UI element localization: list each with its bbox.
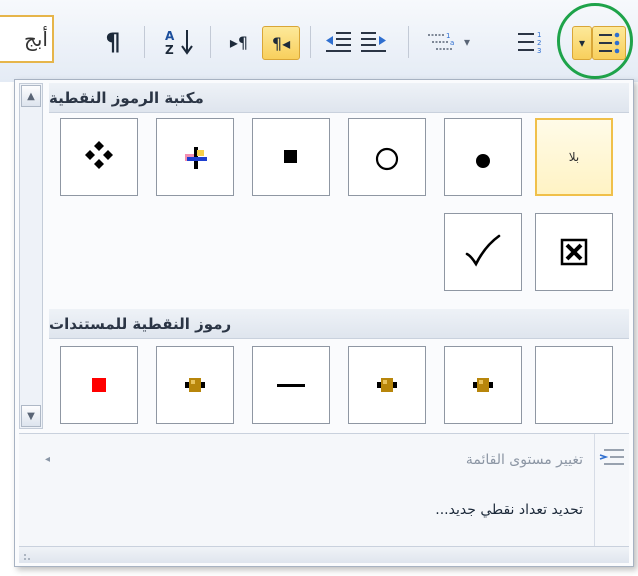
bullets-dropdown-arrow[interactable]: ▾ — [572, 26, 592, 60]
multilevel-list-icon: 1 a — [427, 32, 454, 50]
bullet-option-checkmark[interactable] — [444, 213, 522, 291]
scroll-down-button[interactable]: ▼ — [21, 405, 41, 427]
sort-button[interactable]: A Z — [160, 26, 200, 58]
gold-bullet-icon — [185, 378, 205, 392]
colored-cross-icon — [185, 147, 207, 169]
chevron-down-icon: ▾ — [578, 36, 586, 50]
resize-grip-icon — [24, 554, 30, 560]
bullet-option-diamond-cluster[interactable] — [60, 118, 138, 196]
change-list-level-item[interactable]: تغيير مستوى القائمة — [466, 446, 583, 474]
sort-az-icon: A Z — [165, 29, 193, 57]
bullet-library-dropdown: ▲ ▼ مكتبة الرموز النقطية بلا رموز النقطي… — [14, 79, 634, 567]
gold-bullet-icon — [377, 378, 397, 392]
red-square-icon — [92, 378, 106, 392]
doc-bullet-dash[interactable] — [252, 346, 330, 424]
bullets-list-icon — [599, 32, 620, 54]
gold-bullet-icon — [473, 378, 493, 392]
filled-square-icon — [284, 150, 297, 163]
vertical-scrollbar[interactable]: ▲ ▼ — [19, 83, 43, 429]
toolbar-separator — [310, 26, 311, 58]
ltr-paragraph-icon: ▸¶ — [229, 32, 249, 52]
change-list-level-icon — [599, 449, 624, 465]
bullet-option-none[interactable]: بلا — [535, 118, 613, 196]
boxed-x-icon — [560, 238, 588, 266]
define-new-bullet-item[interactable]: تحديد تعداد نقطي جديد... — [435, 496, 583, 524]
show-formatting-button[interactable]: ¶ — [96, 26, 130, 58]
style-preview-box[interactable]: أبج — [0, 15, 54, 63]
ltr-direction-button[interactable]: ▸¶ — [222, 26, 256, 58]
dash-icon — [277, 384, 305, 387]
none-label: بلا — [568, 150, 580, 164]
svg-text:2: 2 — [537, 39, 541, 47]
doc-bullet-gold-2[interactable] — [348, 346, 426, 424]
define-new-bullet-label: تحديد تعداد نقطي جديد... — [435, 502, 583, 518]
bullet-option-filled-circle[interactable] — [444, 118, 522, 196]
change-list-level-label: تغيير مستوى القائمة — [465, 452, 583, 468]
bullet-library-header: مكتبة الرموز النقطية — [49, 83, 629, 113]
document-bullets-title: رموز النقطية للمستندات — [49, 314, 232, 333]
toolbar-separator — [408, 26, 409, 58]
filled-circle-icon — [476, 154, 490, 168]
rtl-paragraph-icon: ¶◂ — [271, 33, 291, 53]
bullet-option-colored-cross[interactable] — [156, 118, 234, 196]
menu-icon-column — [594, 434, 629, 546]
toolbar-separator — [144, 26, 145, 58]
multilevel-list-button[interactable]: 1 a ▾ — [420, 26, 476, 58]
chevron-down-icon: ▾ — [463, 35, 471, 49]
numbering-button[interactable]: 1 2 3 — [510, 26, 550, 58]
increase-indent-icon — [361, 32, 386, 52]
arrow-up-icon: ▲ — [27, 90, 35, 102]
svg-text:1: 1 — [537, 31, 541, 39]
svg-text:3: 3 — [537, 47, 541, 55]
numbering-list-icon: 1 2 3 — [518, 31, 541, 55]
doc-bullet-gold-3[interactable] — [156, 346, 234, 424]
pilcrow-icon: ¶ — [105, 28, 121, 56]
bullets-button[interactable] — [592, 26, 626, 60]
doc-bullet-red-square[interactable] — [60, 346, 138, 424]
svg-text:a: a — [450, 39, 454, 47]
diamond-cluster-icon — [85, 141, 113, 169]
toolbar-separator — [210, 26, 211, 58]
bullet-option-hollow-circle[interactable] — [348, 118, 426, 196]
bullet-option-filled-square[interactable] — [252, 118, 330, 196]
svg-text:Z: Z — [165, 43, 174, 57]
decrease-indent-icon — [326, 32, 351, 52]
resize-grip[interactable] — [19, 546, 629, 563]
bullet-menu: تغيير مستوى القائمة ◂ تحديد تعداد نقطي ج… — [19, 434, 629, 546]
bullet-library-title: مكتبة الرموز النقطية — [49, 88, 204, 107]
checkmark-icon — [465, 234, 501, 267]
decrease-indent-button[interactable] — [322, 26, 354, 58]
doc-bullet-empty[interactable] — [535, 346, 613, 424]
svg-text:A: A — [165, 29, 175, 43]
rtl-direction-button[interactable]: ¶◂ — [262, 26, 300, 60]
hollow-circle-icon — [375, 147, 399, 171]
ribbon-toolbar: أبج ¶ A Z ▸¶ ¶◂ 1 a ▾ 1 2 3 ▾ — [0, 0, 638, 82]
document-bullets-header: رموز النقطية للمستندات — [49, 309, 629, 339]
style-preview-text: أبج — [23, 27, 48, 51]
increase-indent-button[interactable] — [358, 26, 390, 58]
submenu-arrow-icon: ◂ — [45, 454, 51, 465]
scroll-up-button[interactable]: ▲ — [21, 85, 41, 107]
arrow-down-icon: ▼ — [27, 410, 35, 422]
doc-bullet-gold-1[interactable] — [444, 346, 522, 424]
bullet-option-boxed-x[interactable] — [535, 213, 613, 291]
